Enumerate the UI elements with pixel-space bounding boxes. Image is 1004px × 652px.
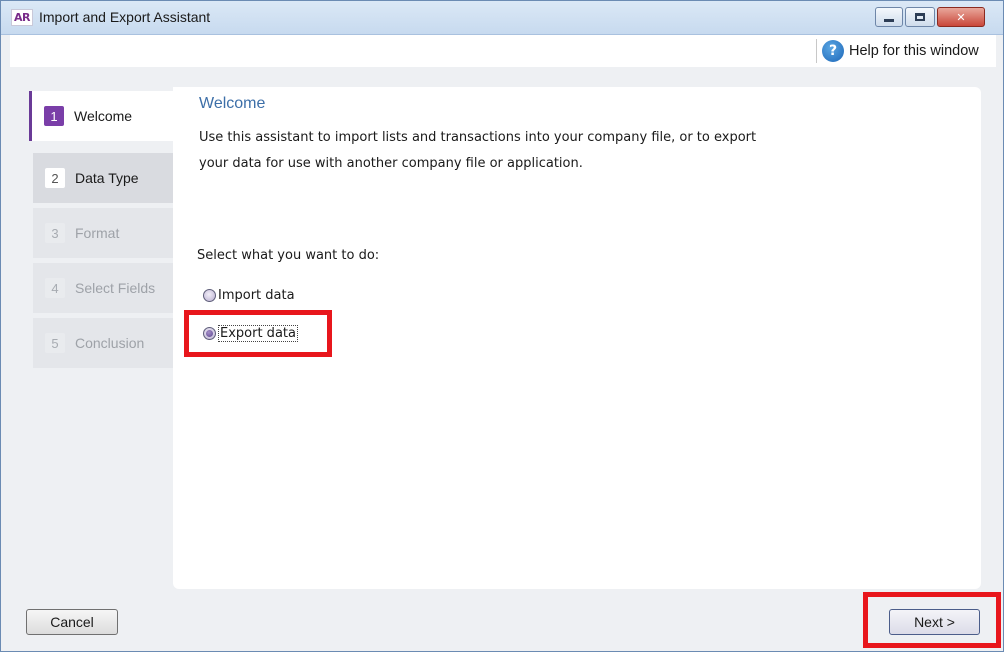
step-select-fields: 4 Select Fields — [33, 263, 173, 313]
export-data-option[interactable]: Export data — [203, 325, 298, 342]
page-title: Welcome — [199, 95, 266, 112]
help-label: Help for this window — [849, 43, 979, 59]
maximize-icon — [915, 13, 925, 21]
step-label: Select Fields — [75, 280, 156, 296]
import-data-label: Import data — [218, 288, 295, 303]
minimize-button[interactable] — [875, 7, 903, 27]
step-label: Format — [75, 225, 120, 241]
window-title: Import and Export Assistant — [39, 9, 211, 25]
close-icon: ✕ — [956, 10, 966, 24]
import-data-radio[interactable] — [203, 289, 216, 302]
title-bar: AR Import and Export Assistant ✕ — [1, 1, 1003, 35]
intro-line-2: your data for use with another company f… — [199, 156, 583, 171]
close-button[interactable]: ✕ — [937, 7, 985, 27]
import-data-option[interactable]: Import data — [203, 288, 295, 303]
select-prompt: Select what you want to do: — [197, 248, 380, 263]
maximize-button[interactable] — [905, 7, 935, 27]
step-welcome[interactable]: 1 Welcome — [29, 91, 176, 141]
step-number: 2 — [45, 168, 65, 188]
radio-dot — [206, 330, 213, 337]
minimize-icon — [884, 18, 894, 22]
intro-line-1: Use this assistant to import lists and t… — [199, 130, 757, 145]
help-icon: ? — [822, 40, 844, 62]
intro-text: Use this assistant to import lists and t… — [199, 125, 759, 177]
assistant-window: AR Import and Export Assistant ✕ ? Help … — [0, 0, 1004, 652]
step-label: Welcome — [74, 108, 133, 124]
content-panel: Welcome Use this assistant to import lis… — [173, 87, 981, 589]
step-number: 3 — [45, 223, 65, 243]
step-number: 5 — [45, 333, 65, 353]
step-format: 3 Format — [33, 208, 173, 258]
help-divider — [816, 39, 817, 63]
help-bar: ? Help for this window — [10, 35, 996, 67]
next-button[interactable]: Next > — [889, 609, 980, 635]
cancel-button[interactable]: Cancel — [26, 609, 118, 635]
step-conclusion: 5 Conclusion — [33, 318, 173, 368]
step-label: Data Type — [75, 170, 139, 186]
export-data-radio[interactable] — [203, 327, 216, 340]
step-data-type[interactable]: 2 Data Type — [33, 153, 173, 203]
step-number: 1 — [44, 106, 64, 126]
step-number: 4 — [45, 278, 65, 298]
step-label: Conclusion — [75, 335, 145, 351]
export-data-label: Export data — [218, 325, 298, 342]
help-for-this-window-link[interactable]: ? Help for this window — [822, 39, 979, 63]
app-logo-icon: AR — [11, 9, 33, 26]
